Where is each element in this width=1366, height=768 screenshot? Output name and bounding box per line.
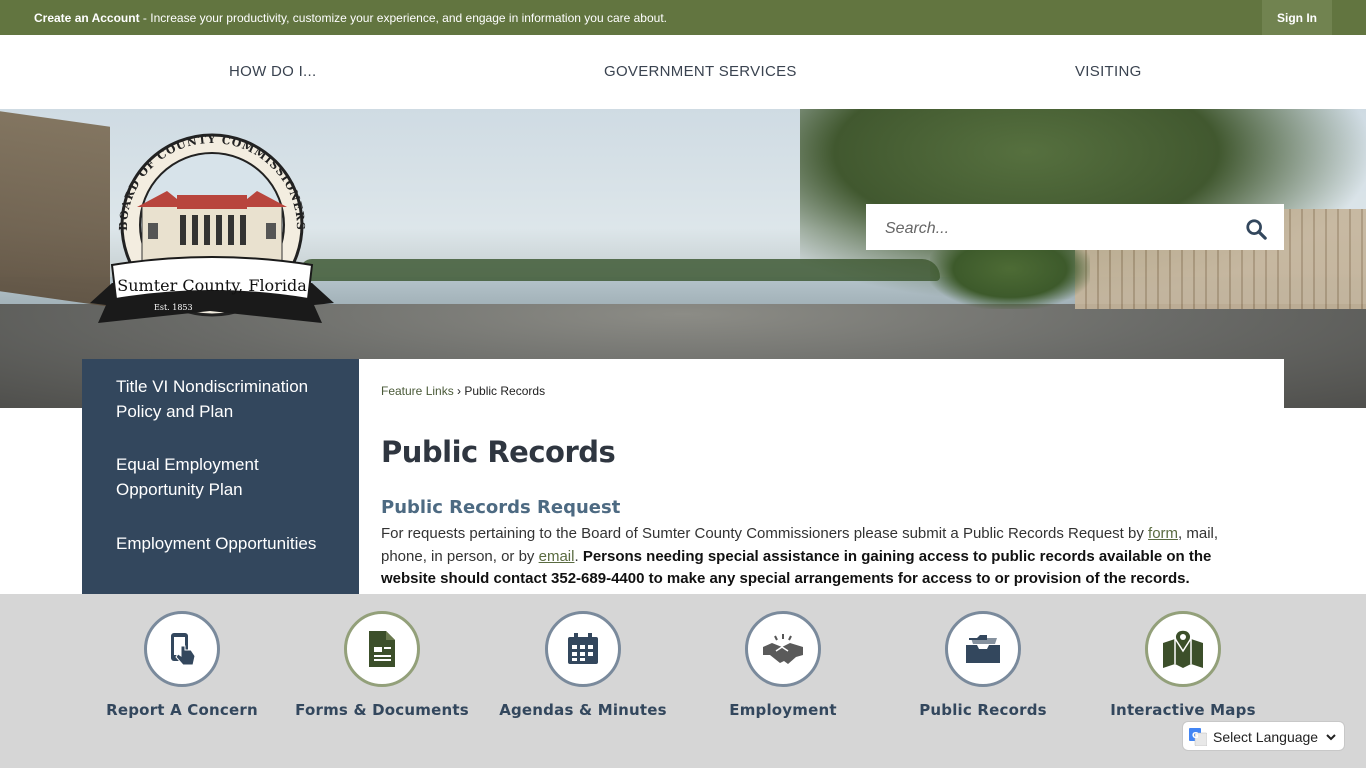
section-heading: Public Records Request xyxy=(381,497,621,518)
public-records-paragraph: For requests pertaining to the Board of … xyxy=(381,523,1241,591)
main-content: Feature Links › Public Records Public Re… xyxy=(359,359,1284,594)
search-input[interactable]: Search... xyxy=(885,220,949,238)
county-seal-graphic: BOARD OF COUNTY COMMISSIONERS Sumter Cou… xyxy=(90,133,334,323)
secondary-navigation: Title VI Nondiscrimination Policy and Pl… xyxy=(82,359,359,594)
feature-forms-documents-label[interactable]: Forms & Documents xyxy=(282,701,482,719)
language-select[interactable]: G Select Language xyxy=(1182,721,1345,751)
para-text-1: For requests pertaining to the Board of … xyxy=(381,525,1149,542)
calendar-icon xyxy=(568,633,598,664)
document-icon xyxy=(369,631,395,667)
search-icon[interactable] xyxy=(1245,218,1267,240)
sign-in-button[interactable]: Sign In xyxy=(1262,0,1332,35)
logo-banner-text: Sumter County, Florida xyxy=(117,276,307,295)
map-pin-icon xyxy=(1163,629,1203,668)
svg-text:G: G xyxy=(1192,731,1199,740)
form-link[interactable]: form xyxy=(1148,525,1178,542)
nav-government-services[interactable]: GOVERNMENT SERVICES xyxy=(604,63,797,80)
nav-visiting[interactable]: VISITING xyxy=(1075,63,1142,80)
page-title: Public Records xyxy=(381,435,616,469)
folder-tray-icon xyxy=(966,635,1000,663)
email-link[interactable]: email xyxy=(539,548,575,565)
breadcrumb-feature-links[interactable]: Feature Links xyxy=(381,384,454,398)
feature-interactive-maps-circle[interactable] xyxy=(1145,611,1221,687)
create-account-link[interactable]: Create an Account xyxy=(34,11,140,25)
account-message: Create an Account - Increase your produc… xyxy=(34,11,667,25)
feature-public-records-circle[interactable] xyxy=(945,611,1021,687)
feature-public-records-label[interactable]: Public Records xyxy=(883,701,1083,719)
feature-interactive-maps-label[interactable]: Interactive Maps xyxy=(1083,701,1283,719)
handshake-icon xyxy=(763,634,803,664)
feature-agendas-minutes-label[interactable]: Agendas & Minutes xyxy=(483,701,683,719)
county-logo[interactable]: BOARD OF COUNTY COMMISSIONERS Sumter Cou… xyxy=(82,133,338,329)
main-navigation: HOW DO I... GOVERNMENT SERVICES VISITING xyxy=(0,35,1366,109)
para-text-3: . xyxy=(574,547,583,565)
language-select-label[interactable]: Select Language xyxy=(1213,729,1318,745)
feature-employment-circle[interactable] xyxy=(745,611,821,687)
nav-how-do-i[interactable]: HOW DO I... xyxy=(229,63,316,80)
feature-employment-label[interactable]: Employment xyxy=(683,701,883,719)
chevron-down-icon xyxy=(1326,734,1336,741)
logo-est-text: Est. 1853 xyxy=(154,303,193,312)
sidebar-item-employment[interactable]: Employment Opportunities xyxy=(116,531,336,556)
feature-report-concern-circle[interactable] xyxy=(144,611,220,687)
breadcrumb-current: Public Records xyxy=(464,384,546,398)
sidebar-item-title-vi[interactable]: Title VI Nondiscrimination Policy and Pl… xyxy=(116,374,336,424)
site-search[interactable]: Search... xyxy=(866,204,1284,250)
feature-forms-documents-circle[interactable] xyxy=(344,611,420,687)
breadcrumb: Feature Links › Public Records xyxy=(381,384,545,398)
phone-tap-icon xyxy=(171,633,196,666)
feature-agendas-minutes-circle[interactable] xyxy=(545,611,621,687)
feature-report-concern-label[interactable]: Report A Concern xyxy=(82,701,282,719)
google-translate-icon: G xyxy=(1189,728,1207,746)
breadcrumb-separator: › xyxy=(453,384,465,398)
account-message-text: - Increase your productivity, customize … xyxy=(139,11,667,25)
graphic-links-bar: Report A Concern Forms & Documents Agend… xyxy=(0,594,1366,768)
sidebar-item-equal-employment[interactable]: Equal Employment Opportunity Plan xyxy=(116,452,336,502)
account-bar: Create an Account - Increase your produc… xyxy=(0,0,1366,35)
